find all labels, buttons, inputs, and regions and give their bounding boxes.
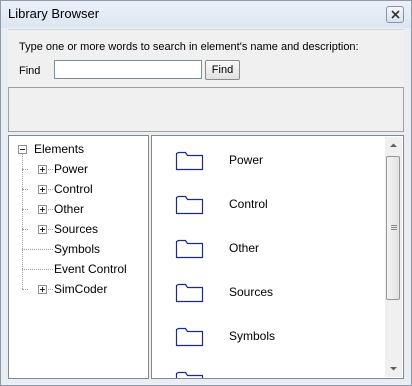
folder-icon xyxy=(175,283,204,303)
element-list[interactable]: Power Control Other Sources Symbols xyxy=(151,135,404,379)
list-item-label: Power xyxy=(229,153,264,167)
thumb-grip xyxy=(391,229,397,230)
list-item-label: Symbols xyxy=(229,329,276,343)
title-bar[interactable]: Library Browser xyxy=(1,1,411,28)
tree-node-label: Control xyxy=(54,182,93,196)
window-title: Library Browser xyxy=(8,6,100,21)
thumb-grip xyxy=(391,227,397,228)
folder-icon xyxy=(175,151,204,171)
list-item[interactable]: Sources xyxy=(152,273,382,313)
expand-icon[interactable] xyxy=(38,285,47,294)
tree-connector xyxy=(22,209,28,210)
list-item[interactable] xyxy=(152,361,382,378)
folder-icon xyxy=(175,195,204,215)
find-button[interactable]: Find xyxy=(205,60,240,80)
list-item-label: Control xyxy=(229,197,268,211)
search-panel: Type one or more words to search in elem… xyxy=(8,29,404,87)
element-tree[interactable]: Elements Power Control Other Sources Sym… xyxy=(8,135,149,379)
list-item-label: Sources xyxy=(229,285,274,299)
tree-connector xyxy=(22,249,53,250)
list-item[interactable]: Other xyxy=(152,229,382,269)
find-label: Find xyxy=(19,65,41,77)
folder-icon xyxy=(175,239,204,259)
tree-connector xyxy=(22,189,28,190)
folder-icon xyxy=(175,327,204,347)
collapse-icon[interactable] xyxy=(18,145,27,154)
scroll-up-button[interactable] xyxy=(385,137,402,154)
tree-node-label: Symbols xyxy=(54,242,101,256)
list-item[interactable]: Control xyxy=(152,185,382,225)
tree-node-label: SimCoder xyxy=(54,282,108,296)
expand-icon[interactable] xyxy=(38,185,47,194)
tree-connector xyxy=(22,269,53,270)
list-item[interactable]: Power xyxy=(152,141,382,181)
list-item[interactable]: Symbols xyxy=(152,317,382,357)
expand-icon[interactable] xyxy=(38,225,47,234)
list-item-label: Other xyxy=(229,241,260,255)
tree-node-label: Other xyxy=(54,202,85,216)
tree-connector xyxy=(22,289,28,290)
scroll-down-button[interactable] xyxy=(385,360,402,377)
search-instruction: Type one or more words to search in elem… xyxy=(19,41,359,53)
tree-node-label: Elements xyxy=(34,142,85,156)
expand-icon[interactable] xyxy=(38,165,47,174)
tree-node-label: Sources xyxy=(54,222,99,236)
chevron-up-icon xyxy=(390,143,397,147)
close-icon xyxy=(391,10,400,19)
tree-connector xyxy=(22,169,28,170)
thumb-grip xyxy=(391,225,397,226)
library-browser-window: Library Browser Type one or more words t… xyxy=(0,0,412,386)
description-box xyxy=(8,87,404,132)
tree-node-label: Power xyxy=(54,162,89,176)
folder-icon xyxy=(175,371,204,378)
chevron-down-icon xyxy=(390,367,397,371)
search-input[interactable] xyxy=(54,60,202,79)
tree-connector xyxy=(22,229,28,230)
scroll-thumb[interactable] xyxy=(386,156,400,300)
tree-node-label: Event Control xyxy=(54,262,127,276)
close-button[interactable] xyxy=(386,6,404,23)
vertical-scrollbar[interactable] xyxy=(385,137,402,377)
expand-icon[interactable] xyxy=(38,205,47,214)
